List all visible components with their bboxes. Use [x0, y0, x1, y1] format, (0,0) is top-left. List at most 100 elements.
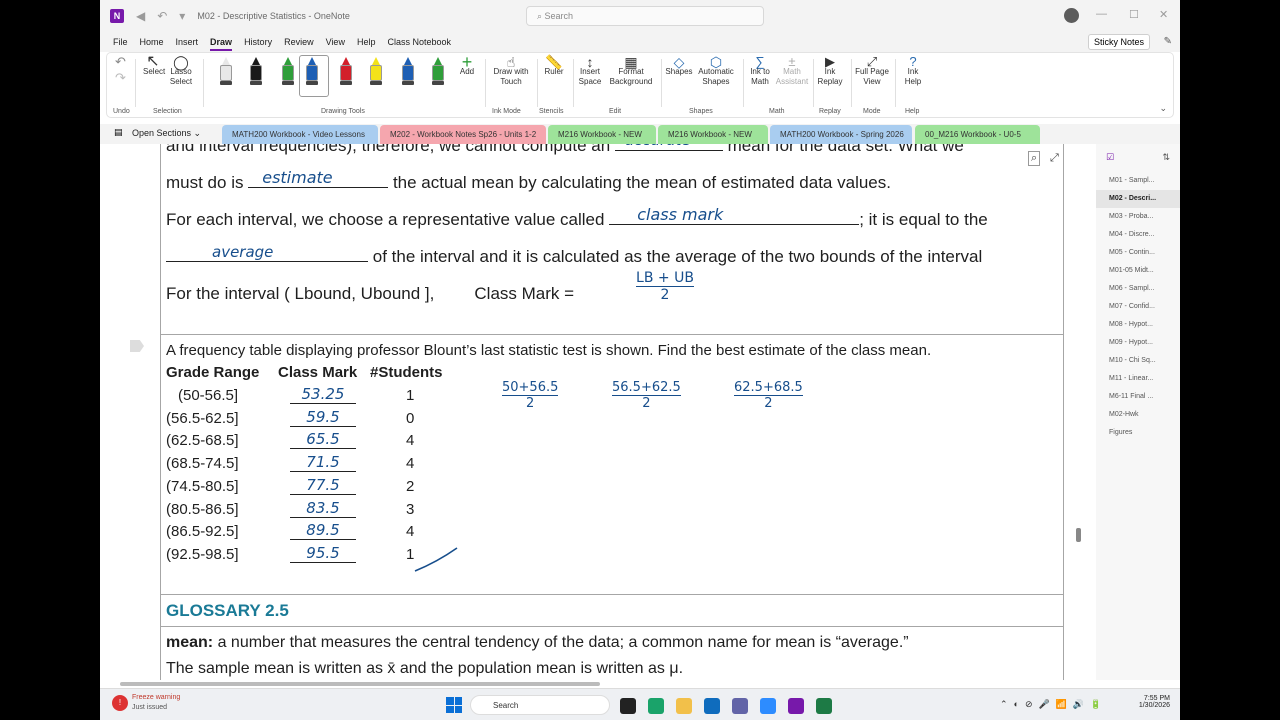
lasso-select-button[interactable]: ◯ Lasso Select — [169, 55, 193, 87]
menu-review[interactable]: Review — [284, 37, 314, 47]
weather-title[interactable]: Freeze warning — [132, 694, 180, 701]
avatar[interactable] — [1064, 8, 1079, 23]
pen-1-icon[interactable] — [219, 57, 233, 87]
task-view-icon[interactable] — [620, 698, 636, 714]
page-list-item[interactable]: M02-Hwk — [1096, 406, 1180, 424]
start-icon[interactable] — [446, 697, 462, 713]
onenote-icon[interactable] — [788, 698, 804, 714]
sticky-notes-button[interactable]: Sticky Notes — [1087, 34, 1150, 50]
undo-icon[interactable]: ↶ — [157, 9, 167, 23]
page-list-item[interactable]: M10 - Chi Sq... — [1096, 352, 1180, 370]
expand-icon[interactable]: ⤢ — [1050, 152, 1059, 165]
select-button[interactable]: ↖ Select — [143, 54, 165, 77]
menu-draw[interactable]: Draw — [210, 37, 233, 51]
page-canvas[interactable]: and interval frequencies), therefore, we… — [160, 144, 1064, 680]
format-background-button[interactable]: ▦ Format Background — [607, 55, 655, 87]
page-list-item[interactable]: M11 - Linear... — [1096, 370, 1180, 388]
ink-to-math-button[interactable]: ∑ Ink to Math — [747, 55, 773, 87]
onenote-logo-icon: N — [110, 9, 124, 23]
menu-history[interactable]: History — [244, 37, 272, 47]
section-tab[interactable]: M202 - Workbook Notes Sp26 - Units 1-2 — [380, 125, 546, 144]
horizontal-scrollbar[interactable] — [120, 682, 600, 686]
excel-icon[interactable] — [816, 698, 832, 714]
pen-settings-icon[interactable]: ✎ — [1164, 36, 1172, 47]
menu-class-notebook[interactable]: Class Notebook — [387, 37, 451, 47]
draw-with-touch-button[interactable]: ☝ Draw with Touch — [491, 54, 531, 87]
automatic-shapes-button[interactable]: ⬡ Automatic Shapes — [695, 55, 737, 87]
page-list-item[interactable]: Figures — [1096, 424, 1180, 442]
full-page-view-button[interactable]: ⤢ Full Page View — [855, 54, 889, 87]
customize-icon[interactable]: ▾ — [179, 9, 185, 23]
add-page-icon[interactable]: ☑ — [1106, 152, 1114, 163]
open-sections-button[interactable]: Open Sections ⌄ — [132, 128, 201, 139]
page-list-item[interactable]: M06 - Sampl... — [1096, 280, 1180, 298]
menu-file[interactable]: File — [113, 37, 128, 47]
fraction-numerator: 62.5+68.5 — [734, 380, 803, 395]
menu-insert[interactable]: Insert — [176, 37, 199, 47]
minimize-icon[interactable]: — — [1096, 8, 1107, 20]
collapse-ribbon-icon[interactable]: ⌄ — [1159, 103, 1167, 114]
page-list-item[interactable]: M04 - Discre... — [1096, 226, 1180, 244]
math-assistant-button[interactable]: ± Math Assistant — [775, 55, 809, 87]
maximize-icon[interactable]: ☐ — [1129, 8, 1139, 21]
mean-definition: mean: a number that measures the central… — [166, 634, 909, 652]
edge-icon[interactable] — [648, 698, 664, 714]
section-tab[interactable]: MATH200 Workbook - Video Lessons — [222, 125, 378, 144]
file-explorer-icon[interactable] — [676, 698, 692, 714]
section-tab[interactable]: M216 Workbook - NEW — [548, 125, 656, 144]
sort-icon[interactable]: ⇅ — [1162, 152, 1170, 163]
section-tab[interactable]: MATH200 Workbook - Spring 2026 — [770, 125, 912, 144]
page-list-item[interactable]: M01-05 Midt... — [1096, 262, 1180, 280]
zoom-icon[interactable] — [760, 698, 776, 714]
pen-8-icon[interactable] — [431, 57, 445, 87]
insert-space-button[interactable]: ↕ Insert Space — [577, 55, 603, 87]
undo-icon[interactable]: ↶ — [115, 55, 126, 68]
vertical-scrollbar[interactable] — [1076, 528, 1081, 542]
selection-group-label: Selection — [153, 108, 182, 115]
outlook-icon[interactable] — [704, 698, 720, 714]
pen-5-icon[interactable] — [339, 57, 353, 87]
ink-help-button[interactable]: ? Ink Help — [901, 55, 925, 87]
system-tray-icons[interactable]: ⌃◐⊘🎤📶🔊🔋 — [1000, 699, 1107, 710]
note-tag-icon[interactable] — [130, 340, 144, 352]
shapes-label: Shapes — [665, 67, 693, 76]
page-list-item[interactable]: M09 - Hypot... — [1096, 334, 1180, 352]
warning-icon[interactable]: ! — [112, 695, 128, 711]
menu-view[interactable]: View — [326, 37, 345, 47]
pen-7-icon[interactable] — [401, 57, 415, 87]
page-list-item[interactable]: M6-11 Final ... — [1096, 388, 1180, 406]
close-icon[interactable]: ✕ — [1159, 8, 1168, 21]
menu-help[interactable]: Help — [357, 37, 376, 47]
add-pen-button[interactable]: + Add — [457, 53, 477, 77]
clock[interactable]: 7:55 PM 1/30/2026 — [1130, 695, 1170, 709]
full-page-icon: ⤢ — [866, 54, 878, 69]
search-page-icon[interactable]: ⌕ — [1028, 151, 1041, 166]
teams-icon[interactable] — [732, 698, 748, 714]
touch-icon: ☝ — [506, 54, 516, 70]
page-list-item[interactable]: M07 - Confid... — [1096, 298, 1180, 316]
search-input[interactable]: ⌕ Search — [526, 6, 764, 26]
pen-2-icon[interactable] — [249, 57, 263, 87]
shapes-button[interactable]: ◇ Shapes — [665, 55, 693, 77]
page-list-item[interactable]: M02 - Descri... — [1096, 190, 1180, 208]
page-list-item[interactable]: M05 - Contin... — [1096, 244, 1180, 262]
redo-icon[interactable]: ↷ — [115, 71, 126, 84]
page-list-item[interactable]: M08 - Hypot... — [1096, 316, 1180, 334]
page-list-item[interactable]: M03 - Proba... — [1096, 208, 1180, 226]
section-tab[interactable]: 00_M216 Workbook - U0-5 — [915, 125, 1040, 144]
pen-6-icon[interactable] — [369, 57, 383, 87]
pen-3-icon[interactable] — [281, 57, 295, 87]
stencils-group-label: Stencils — [539, 108, 564, 115]
ruler-button[interactable]: 📏 Ruler — [541, 55, 567, 77]
ruler-label: Ruler — [544, 67, 564, 76]
problem-text: A frequency table displaying professor B… — [166, 342, 932, 359]
menu-home[interactable]: Home — [140, 37, 164, 47]
section-tab[interactable]: M216 Workbook - NEW — [658, 125, 768, 144]
page-list-item[interactable]: M01 - Sampl... — [1096, 172, 1180, 190]
back-icon[interactable]: ◀ — [136, 9, 145, 23]
weather-sub: Just issued — [132, 704, 168, 711]
ink-replay-button[interactable]: ▶ Ink Replay — [817, 55, 843, 87]
checkmark-ink — [414, 547, 458, 572]
taskbar-search[interactable]: Search — [470, 695, 610, 715]
grade-range-cell: (74.5-80.5] — [166, 477, 239, 495]
